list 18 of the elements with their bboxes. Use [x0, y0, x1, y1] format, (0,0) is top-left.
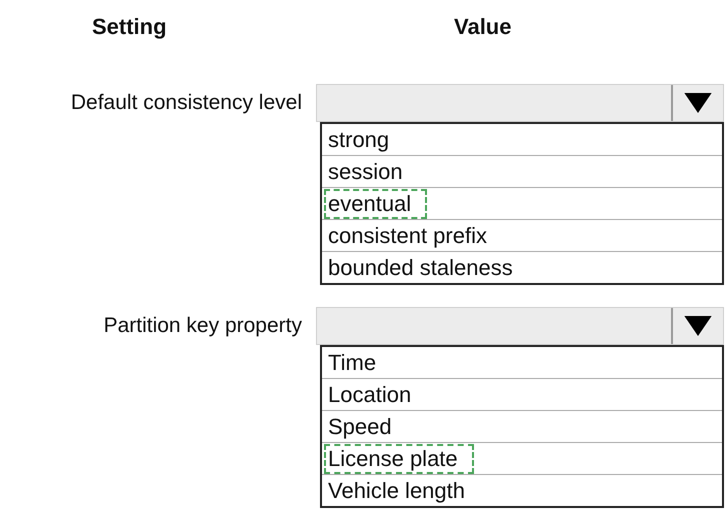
dropdown-option[interactable]: Speed	[324, 412, 408, 442]
dropdown-option[interactable]: strong	[324, 124, 406, 154]
dropdown-option[interactable]: session	[324, 156, 419, 186]
dropdown-field[interactable]	[316, 84, 724, 122]
caret-icon	[684, 93, 712, 113]
dropdown-option[interactable]: Vehicle length	[324, 476, 481, 506]
column-heading: Setting	[92, 14, 167, 39]
column-heading: Value	[454, 14, 512, 39]
dropdown-option[interactable]: License plate	[324, 444, 474, 474]
caret-icon	[684, 316, 712, 336]
dropdown-option[interactable]: bounded staleness	[324, 252, 529, 282]
setting-label: Partition key property	[104, 314, 302, 338]
dropdown-option[interactable]: eventual	[324, 188, 428, 218]
dropdown-option[interactable]: consistent prefix	[324, 220, 503, 250]
dropdown-option[interactable]: Time	[324, 348, 392, 378]
dropdown-field[interactable]	[316, 307, 724, 345]
setting-label: Default consistency level	[70, 91, 302, 115]
dropdown-option[interactable]: Location	[324, 380, 428, 410]
